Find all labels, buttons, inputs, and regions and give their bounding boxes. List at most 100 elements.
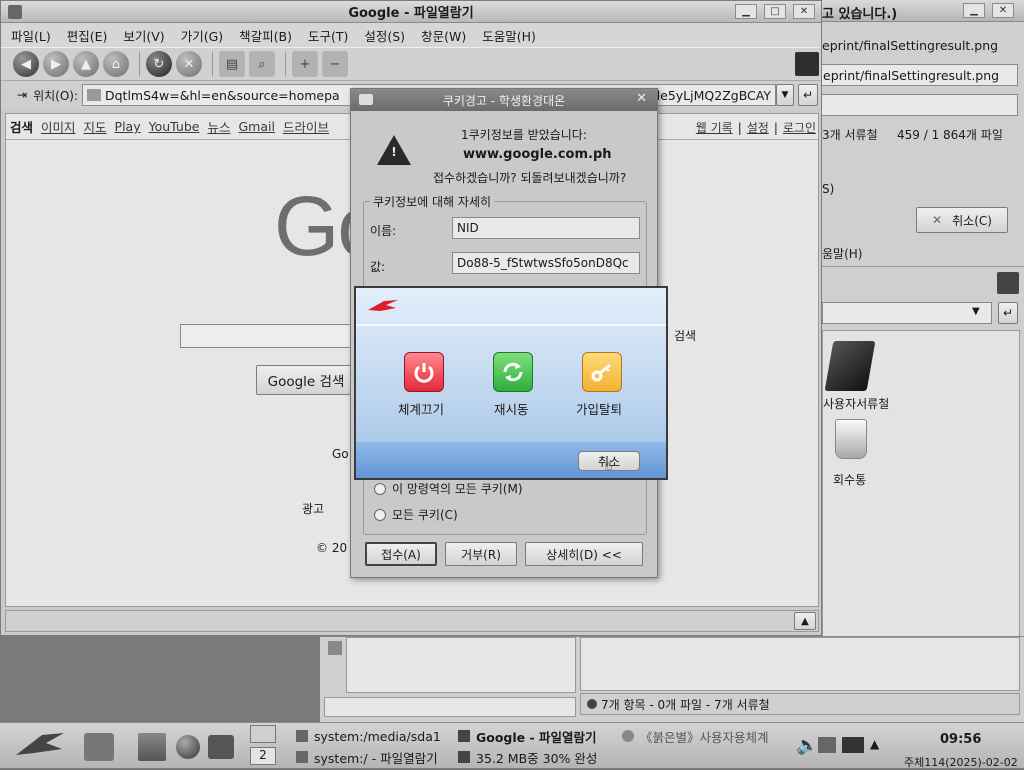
home-icon[interactable]: ⌂ bbox=[103, 51, 129, 77]
option-domain-radio[interactable]: 이 망령역의 모든 쿠키(M) bbox=[374, 480, 523, 497]
back-icon[interactable]: ◀ bbox=[13, 51, 39, 77]
volume-icon[interactable]: 🔈 bbox=[796, 735, 818, 756]
google-nav-link[interactable]: 뉴스 bbox=[205, 117, 236, 136]
menu-item[interactable]: 도구(T) bbox=[300, 26, 356, 45]
menu-item[interactable]: 책갈피(B) bbox=[231, 26, 300, 45]
task-system-media[interactable]: system:/media/sda1 bbox=[296, 726, 456, 746]
link-separator: | bbox=[773, 120, 778, 135]
tools-icon[interactable] bbox=[84, 733, 114, 761]
google-nav-link[interactable]: YouTube bbox=[147, 119, 206, 134]
maximize-button[interactable]: □ bbox=[764, 4, 786, 19]
toolbar-separator bbox=[285, 52, 286, 76]
close-icon[interactable]: ✕ bbox=[636, 91, 647, 106]
taskbar: 2 system:/media/sda1 Google - 파일열람기 《붉은별… bbox=[0, 722, 1024, 769]
minimize-button[interactable]: ▁ bbox=[735, 4, 757, 19]
globe-icon[interactable] bbox=[176, 735, 200, 759]
task-google-browser[interactable]: Google - 파일열람기 bbox=[458, 726, 618, 746]
value-field[interactable]: Do88-5_fStwtwsSfo5onD8Qc bbox=[452, 252, 640, 274]
window-title-fragment: 고 있습니다.) bbox=[822, 7, 898, 22]
google-nav-link[interactable]: 지도 bbox=[82, 117, 113, 136]
shutdown-button[interactable] bbox=[404, 352, 444, 392]
browser-statusbar: ▲ bbox=[5, 610, 819, 632]
task-download-progress[interactable]: 35.2 MB중 30% 완성 bbox=[458, 747, 618, 767]
google-nav-link[interactable]: Play bbox=[113, 119, 147, 134]
reject-button[interactable]: 거부(R) bbox=[445, 542, 517, 566]
desktop-pager-1[interactable] bbox=[250, 725, 276, 743]
find-icon[interactable]: ⌕ bbox=[249, 51, 275, 77]
google-account-link[interactable]: 로그인 bbox=[783, 119, 816, 136]
combo-arrow-icon[interactable]: ▼ bbox=[972, 306, 980, 317]
accept-button[interactable]: 접수(A) bbox=[365, 542, 437, 566]
zoom-in-icon[interactable]: + bbox=[292, 51, 318, 77]
task-user-system[interactable]: 《붉은별》사용자용체계 bbox=[622, 726, 782, 746]
lower-pane-field bbox=[324, 697, 576, 717]
media-icon[interactable] bbox=[208, 735, 234, 759]
menu-item[interactable]: 도움말(H) bbox=[474, 26, 544, 45]
task-icon bbox=[622, 730, 634, 742]
security-icon[interactable]: ▲ bbox=[794, 612, 816, 630]
path-field-3[interactable] bbox=[818, 94, 1018, 116]
menu-item[interactable]: 편집(E) bbox=[59, 26, 116, 45]
reload-icon[interactable]: ↻ bbox=[146, 51, 172, 77]
url-dropdown-button[interactable]: ▼ bbox=[776, 84, 794, 106]
google-nav-link[interactable]: 드라이브 bbox=[281, 117, 335, 136]
tray-icon[interactable]: ▲ bbox=[870, 737, 879, 751]
flag-icon[interactable] bbox=[842, 737, 864, 753]
menu-item[interactable]: 파일(L) bbox=[3, 26, 59, 45]
path-field-1[interactable]: eprint/finalSettingresult.png bbox=[818, 34, 1018, 56]
up-icon[interactable]: ▲ bbox=[73, 51, 99, 77]
network-icon[interactable] bbox=[818, 737, 836, 753]
menu-item[interactable]: 설정(S) bbox=[356, 26, 413, 45]
ad-link[interactable]: 광고 bbox=[302, 500, 324, 517]
toolbar-separator bbox=[212, 52, 213, 76]
name-field[interactable]: NID bbox=[452, 217, 640, 239]
task-system-root[interactable]: system:/ - 파일열람기 bbox=[296, 747, 456, 767]
logout-label: 가입탈퇴 bbox=[576, 402, 623, 417]
google-nav-link[interactable]: Gmail bbox=[236, 119, 280, 134]
print-icon[interactable]: ▤ bbox=[219, 51, 245, 77]
location-label: 위치(O): bbox=[33, 88, 78, 103]
minimize-button[interactable]: ▁ bbox=[963, 3, 985, 18]
google-account-link[interactable]: 웹 기록 bbox=[696, 119, 733, 136]
menu-bar: 파일(L) 편집(E) 보기(V) 가기(G) 책갈피(B) 도구(T) 설정(S) 창문(W… bbox=[1, 23, 821, 47]
name-label: 이름: bbox=[370, 224, 397, 238]
details-toggle-button[interactable]: 상세히(D) << bbox=[525, 542, 643, 566]
desktop-pager-2[interactable]: 2 bbox=[250, 747, 276, 765]
dialog-header-band bbox=[356, 324, 666, 326]
path-field-2[interactable]: eprint/finalSettingresult.png bbox=[818, 64, 1018, 86]
option-all-radio[interactable]: 모든 쿠키(C) bbox=[374, 506, 458, 523]
go-button[interactable]: ↵ bbox=[798, 84, 818, 106]
zoom-out-icon[interactable]: − bbox=[322, 51, 348, 77]
clear-location-icon[interactable]: ⇥ bbox=[17, 88, 27, 102]
google-account-link[interactable]: 설정 bbox=[747, 119, 769, 136]
divider bbox=[822, 266, 1024, 267]
start-menu-icon[interactable] bbox=[12, 729, 68, 763]
google-nav-link[interactable]: 이미지 bbox=[39, 117, 82, 136]
close-button[interactable]: ✕ bbox=[992, 3, 1014, 18]
package-icon[interactable] bbox=[138, 733, 166, 761]
menu-item[interactable]: 창문(W) bbox=[413, 26, 474, 45]
app-logo-icon bbox=[997, 272, 1019, 294]
trash-icon[interactable] bbox=[835, 419, 867, 459]
task-icon bbox=[458, 751, 470, 763]
cookie-titlebar: 쿠키경고 - 학생환경대온 ✕ bbox=[351, 89, 657, 111]
user-folder-label: 사용자서류철 bbox=[823, 397, 890, 411]
fm-go-button[interactable]: ↵ bbox=[998, 302, 1018, 324]
key-icon bbox=[591, 363, 611, 382]
google-search-button[interactable]: Google 검색 bbox=[256, 365, 356, 395]
stop-icon[interactable]: ✕ bbox=[176, 51, 202, 77]
google-search-input[interactable] bbox=[180, 324, 356, 348]
google-nav-link[interactable]: 검색 bbox=[8, 117, 39, 136]
menu-item[interactable]: 가기(G) bbox=[173, 26, 231, 45]
logout-button[interactable] bbox=[582, 352, 622, 392]
close-button[interactable]: ✕ bbox=[793, 4, 815, 19]
back-cancel-button[interactable]: ✕ 취소(C) bbox=[916, 207, 1008, 233]
menu-item[interactable]: 보기(V) bbox=[115, 26, 172, 45]
user-folder-icon[interactable] bbox=[824, 341, 876, 391]
clock: 09:56 bbox=[940, 732, 982, 747]
restart-icon bbox=[503, 362, 523, 382]
logo-icon bbox=[366, 298, 400, 314]
forward-icon[interactable]: ▶ bbox=[43, 51, 69, 77]
restart-button[interactable] bbox=[493, 352, 533, 392]
fm-location-combo[interactable] bbox=[822, 302, 992, 324]
